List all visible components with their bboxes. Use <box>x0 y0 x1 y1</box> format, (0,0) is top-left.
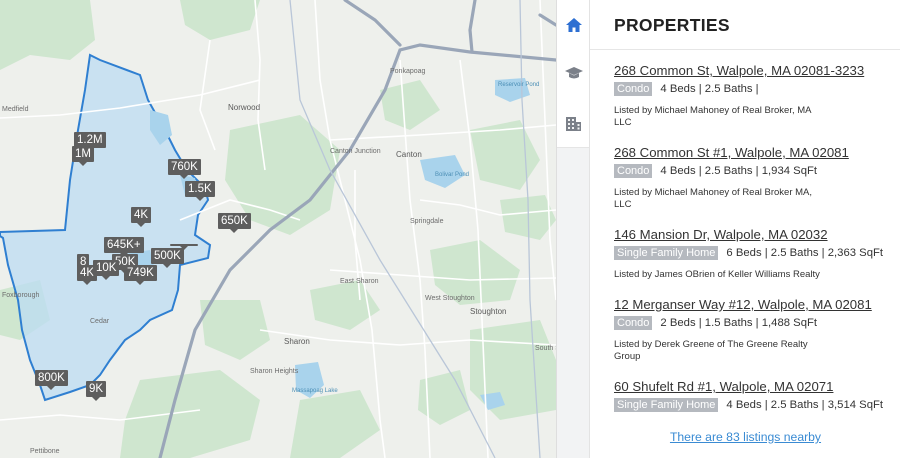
listing-specs: 4 Beds | 2.5 Baths | 3,514 SqFt <box>726 399 884 411</box>
listing-broker: Listed by Michael Mahoney of Real Broker… <box>614 187 813 210</box>
town-boundary <box>0 53 212 402</box>
water-label: Bolivar Pond <box>435 172 470 178</box>
price-pin[interactable]: 749K <box>124 265 157 285</box>
price-pin[interactable] <box>170 244 198 250</box>
town-label: Cedar <box>90 318 110 325</box>
town-label: West Stoughton <box>425 295 475 302</box>
town-label: Canton <box>396 150 422 159</box>
listing-card: 12 Merganser Way #12, Walpole, MA 02081 … <box>614 297 896 363</box>
property-type-badge: Single Family Home <box>614 398 719 412</box>
price-pin[interactable]: 1M <box>72 146 94 166</box>
town-label: Springdale <box>410 218 444 225</box>
listing-broker: Listed by Michael Mahoney of Real Broker… <box>614 105 811 128</box>
town-label: Sharon <box>284 337 310 346</box>
price-pin[interactable]: 9K <box>86 381 107 401</box>
town-label: Stoughton <box>470 307 507 316</box>
listing-details: Condo 4 Beds | 2.5 Baths | 1,934 SqFt <box>614 164 896 178</box>
listing-card: 60 Shufelt Rd #1, Walpole, MA 02071 Sing… <box>614 379 896 412</box>
listing-specs: 4 Beds | 2.5 Baths | <box>660 83 759 95</box>
price-pin[interactable]: 500K <box>151 248 184 268</box>
listing-details: Condo 4 Beds | 2.5 Baths | <box>614 82 896 96</box>
town-label: Norwood <box>228 103 261 112</box>
listing-card: 268 Common St, Walpole, MA 02081-3233 Co… <box>614 63 896 129</box>
panel-header: PROPERTIES <box>590 0 900 50</box>
town-label: Canton Junction <box>330 148 381 155</box>
listing-details: Single Family Home 4 Beds | 2.5 Baths | … <box>614 398 896 412</box>
listing-details: Condo 2 Beds | 1.5 Baths | 1,488 SqFt <box>614 316 896 330</box>
listing-card: 268 Common St #1, Walpole, MA 02081 Cond… <box>614 145 896 211</box>
water-label: Reservoir Pond <box>498 82 540 88</box>
school-icon <box>564 67 583 79</box>
price-pin[interactable]: 760K <box>168 159 201 179</box>
town-label: Ponkapoag <box>390 68 426 75</box>
listing-address-link[interactable]: 60 Shufelt Rd #1, Walpole, MA 02071 <box>614 379 896 394</box>
properties-layer-button[interactable] <box>557 8 590 42</box>
property-type-badge: Single Family Home <box>614 246 719 260</box>
property-type-badge: Condo <box>614 82 653 96</box>
price-pin[interactable]: 4K <box>131 207 152 227</box>
map-view[interactable]: Norwood Canton Sharon Stoughton Medfield… <box>0 0 556 458</box>
listing-card: 146 Mansion Dr, Walpole, MA 02032 Single… <box>614 227 896 281</box>
listing-specs: 4 Beds | 2.5 Baths | 1,934 SqFt <box>660 165 818 177</box>
listing-address-link[interactable]: 268 Common St, Walpole, MA 02081-3233 <box>614 63 896 78</box>
town-label: South Stoughton <box>535 345 556 352</box>
map-layer-rail <box>556 0 590 458</box>
property-type-badge: Condo <box>614 316 653 330</box>
price-pin[interactable]: 10K <box>93 260 120 280</box>
price-pin[interactable]: 645K+ <box>104 237 144 257</box>
listing-broker: Listed by Derek Greene of The Greene Rea… <box>614 339 808 362</box>
listing-details: Single Family Home 6 Beds | 2.5 Baths | … <box>614 246 896 260</box>
price-pin[interactable]: 1.5K <box>185 181 215 201</box>
nearby-listings-link[interactable]: There are 83 listings nearby <box>590 430 900 444</box>
buildings-layer-button[interactable] <box>557 106 590 140</box>
listing-address-link[interactable]: 268 Common St #1, Walpole, MA 02081 <box>614 145 896 160</box>
listing-specs: 2 Beds | 1.5 Baths | 1,488 SqFt <box>660 317 818 329</box>
town-label: East Sharon <box>340 278 379 285</box>
price-pin[interactable]: 650K <box>218 213 251 233</box>
properties-panel: PROPERTIES 268 Common St, Walpole, MA 02… <box>589 0 900 458</box>
town-label: Pettibone <box>30 448 60 455</box>
town-label: Foxborough <box>2 292 40 299</box>
price-pin[interactable]: 800K <box>35 370 68 390</box>
panel-title: PROPERTIES <box>614 15 730 35</box>
listing-broker: Listed by James OBrien of Keller William… <box>614 269 820 280</box>
home-icon <box>565 18 582 32</box>
app-root: Norwood Canton Sharon Stoughton Medfield… <box>0 0 900 458</box>
listing-specs: 6 Beds | 2.5 Baths | 2,363 SqFt <box>726 247 884 259</box>
listing-address-link[interactable]: 12 Merganser Way #12, Walpole, MA 02081 <box>614 297 896 312</box>
town-label: Sharon Heights <box>250 368 299 375</box>
schools-layer-button[interactable] <box>557 56 590 90</box>
building-icon <box>566 117 581 131</box>
town-label: Medfield <box>2 106 29 113</box>
property-type-badge: Condo <box>614 164 653 178</box>
map-canvas[interactable] <box>0 0 556 458</box>
listing-address-link[interactable]: 146 Mansion Dr, Walpole, MA 02032 <box>614 227 896 242</box>
water-label: Massapoag Lake <box>292 388 338 394</box>
